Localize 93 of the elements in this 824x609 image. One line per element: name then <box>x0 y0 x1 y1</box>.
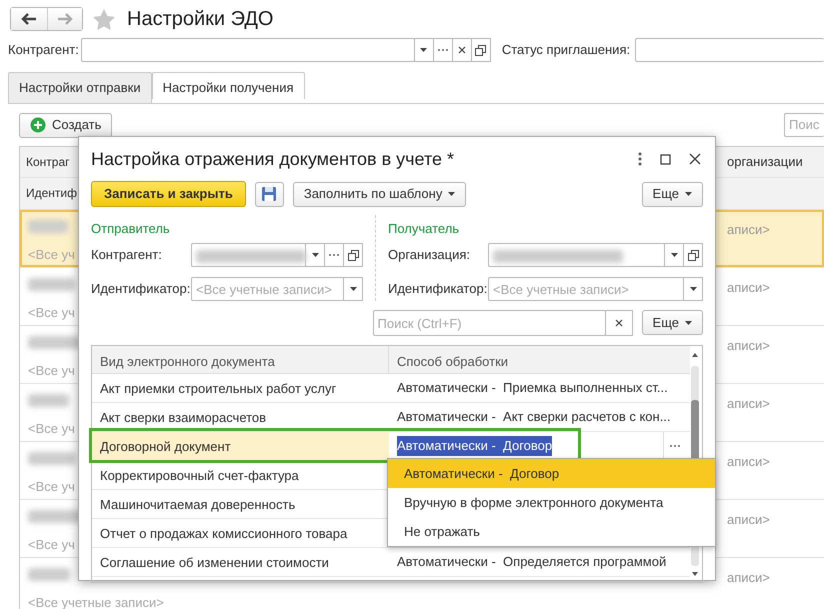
dropdown-caret-icon <box>312 253 318 257</box>
table-cell-text: Автоматически - Акт сверки расчетов с кон... <box>396 408 672 426</box>
dropdown-button[interactable] <box>343 277 363 301</box>
account-text: аписи> <box>727 222 770 236</box>
field-label: Идентификатор: <box>388 280 488 298</box>
open-button[interactable] <box>683 243 703 267</box>
column-header: организации <box>727 152 804 171</box>
account-text: <Все уч <box>28 246 75 262</box>
field-label: Организация: <box>388 246 472 264</box>
search-field[interactable]: Поис <box>784 112 824 136</box>
account-text: <Все уч <box>28 304 75 320</box>
dropdown-caret-icon <box>685 192 692 196</box>
more-button[interactable]: Еще <box>642 182 703 206</box>
field-label: Статус приглашения: <box>502 41 630 60</box>
dropdown-caret-icon <box>690 287 696 291</box>
page-title: Настройки ЭДО <box>127 7 274 32</box>
dropdown-option[interactable]: Вручную в форме электронного документа <box>388 488 715 517</box>
open-button[interactable] <box>470 38 491 62</box>
account-text: <Все уч <box>28 478 75 494</box>
tab[interactable]: Настройки отправки <box>8 72 152 102</box>
save-and-close-button[interactable]: Записать и закрыть <box>91 181 246 207</box>
input-field[interactable] <box>80 38 415 62</box>
maximize-icon[interactable] <box>660 154 671 164</box>
section-heading: Получатель <box>388 220 460 238</box>
dropdown-caret-icon <box>420 48 428 52</box>
account-text: аписи> <box>727 280 770 294</box>
input-field[interactable]: <Все учетные записи> <box>191 277 344 301</box>
dropdown-button[interactable] <box>683 277 703 301</box>
table-cell-text: Автоматически - Приемка выполненных ст... <box>396 379 669 398</box>
redacted-text <box>28 220 68 232</box>
table-cell: Договорной документ <box>92 432 389 460</box>
table-cell-text: Машиночитаемая доверенность <box>99 496 296 514</box>
column-header: Контраг <box>26 154 70 170</box>
dropdown-caret-icon <box>448 192 456 196</box>
field-label: Контрагент: <box>91 246 163 264</box>
table-cell-text: Корректировочный счет-фактура <box>99 467 300 485</box>
dropdown-option[interactable]: Автоматически - Договор <box>388 459 715 488</box>
input-field[interactable] <box>191 243 306 267</box>
clear-button[interactable] <box>452 38 472 62</box>
input-field[interactable] <box>635 38 824 62</box>
dropdown-button[interactable] <box>664 243 684 267</box>
clear-button[interactable] <box>604 310 633 336</box>
account-text: аписи> <box>727 570 770 584</box>
table-cell-text: Отчет о продажах комиссионного товара <box>99 525 348 543</box>
back-button[interactable] <box>11 8 47 30</box>
dropdown-caret-icon <box>685 320 692 324</box>
redacted-text <box>28 394 69 406</box>
input-field[interactable]: <Все учетные записи> <box>488 277 684 301</box>
dropdown-option[interactable]: Не отражать <box>388 517 715 546</box>
account-text: аписи> <box>727 454 770 468</box>
column-header: Идентиф <box>26 185 77 202</box>
more-menu-icon[interactable] <box>638 152 642 166</box>
create-button[interactable]: Создать <box>19 112 112 138</box>
input-field[interactable] <box>488 243 665 267</box>
redacted-text <box>28 452 76 464</box>
clear-icon <box>614 319 623 327</box>
account-text: <Все уч <box>28 536 75 552</box>
section-heading: Отправитель <box>91 220 171 238</box>
search-field[interactable]: Поиск (Ctrl+F) <box>372 310 606 336</box>
dropdown-caret-icon <box>350 287 356 291</box>
open-window-icon <box>475 44 486 56</box>
save-button[interactable] <box>254 182 284 206</box>
fill-template-button[interactable]: Заполнить по шаблону <box>292 182 466 206</box>
table-cell-text: Акт приемки строительных работ услуг <box>99 380 338 398</box>
table-cell-text: Акт сверки взаиморасчетов <box>99 409 268 427</box>
clear-icon <box>458 46 466 54</box>
more-button[interactable]: Еще <box>642 310 703 335</box>
field-label: Идентификатор: <box>91 280 191 298</box>
field-label: Контрагент: <box>8 41 79 60</box>
dialog-title: Настройка отражения документов в учете * <box>91 148 454 171</box>
dropdown-button[interactable] <box>305 243 325 267</box>
account-text: <Все уч <box>28 362 75 378</box>
back-arrow-icon <box>21 13 37 25</box>
dropdown-button[interactable] <box>414 38 434 62</box>
forward-arrow-icon <box>57 13 73 25</box>
dropdown-caret-icon <box>670 253 678 257</box>
account-text: <Все учетные записи> <box>28 594 164 609</box>
open-window-icon <box>348 250 358 260</box>
tab[interactable]: Настройки получения <box>152 72 305 99</box>
star-icon[interactable] <box>93 8 115 30</box>
account-text: <Все уч <box>28 420 75 436</box>
open-window-icon <box>688 250 698 260</box>
account-text: аписи> <box>727 338 770 352</box>
redacted-text <box>28 568 70 580</box>
column-header: Способ обработки <box>396 353 510 371</box>
open-button[interactable] <box>343 243 363 267</box>
cell-editor[interactable]: Автоматически - Договор <box>397 436 552 456</box>
add-icon <box>30 117 46 133</box>
close-icon[interactable] <box>689 153 701 165</box>
redacted-text <box>28 278 75 290</box>
column-header: Вид электронного документа <box>92 346 389 373</box>
account-text: аписи> <box>727 396 770 410</box>
account-text: аписи> <box>727 512 770 526</box>
